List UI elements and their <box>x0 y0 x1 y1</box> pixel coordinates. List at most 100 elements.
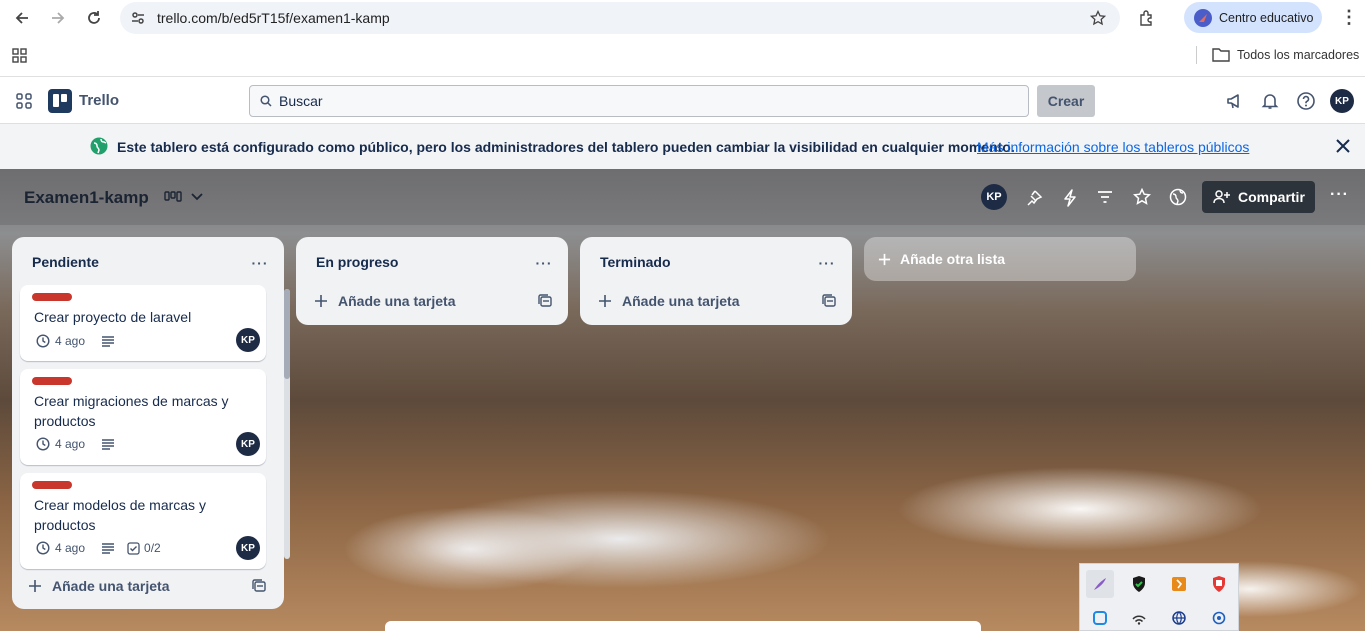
board-view-icon[interactable] <box>164 190 182 204</box>
url-text[interactable]: trello.com/b/ed5rT15f/examen1-kamp <box>157 10 390 26</box>
clock-icon <box>36 541 50 555</box>
add-member-icon <box>1213 189 1231 205</box>
add-list-label: Añade otra lista <box>900 251 1006 267</box>
card-template-icon[interactable] <box>252 579 268 595</box>
sync-icon[interactable] <box>1205 608 1233 628</box>
list-title[interactable]: Terminado <box>600 254 671 270</box>
create-button[interactable]: Crear <box>1037 85 1095 117</box>
trello-header: Trello Buscar Crear KP <box>0 76 1365 124</box>
scrollbar-thumb[interactable] <box>284 289 290 379</box>
card-member-avatar[interactable]: KP <box>236 536 260 560</box>
help-icon[interactable] <box>1296 91 1316 111</box>
profile-avatar-icon <box>1194 8 1212 27</box>
add-card-label: Añade una tarjeta <box>338 293 456 309</box>
board-member-avatar[interactable]: KP <box>981 184 1007 210</box>
globe-icon <box>90 137 108 155</box>
search-box[interactable]: Buscar <box>249 85 1029 117</box>
board-canvas: Examen1-kamp KP Compartir ··· Pendiente … <box>0 169 1365 631</box>
folder-icon <box>1212 47 1230 62</box>
automation-icon[interactable] <box>1062 189 1078 207</box>
user-avatar[interactable]: KP <box>1330 89 1354 113</box>
list-terminado: Terminado ··· Añade una tarjeta <box>580 237 852 325</box>
add-card-label: Añade una tarjeta <box>622 293 740 309</box>
add-card-button[interactable]: Añade una tarjeta <box>598 293 739 309</box>
card-template-icon[interactable] <box>822 294 838 310</box>
card[interactable]: Crear proyecto de laravel 4 ago KP <box>20 285 266 361</box>
forward-icon[interactable] <box>46 6 70 30</box>
add-card-button[interactable]: Añade una tarjeta <box>314 293 455 309</box>
system-tray-overflow <box>1079 563 1239 631</box>
apps-grid-icon[interactable] <box>12 48 27 63</box>
megaphone-icon[interactable] <box>1226 92 1244 110</box>
add-list-button[interactable]: Añade otra lista <box>864 237 1136 281</box>
wifi-icon[interactable] <box>1125 608 1153 628</box>
visibility-globe-icon[interactable] <box>1169 188 1187 206</box>
card-label[interactable] <box>32 377 72 385</box>
chevron-down-icon[interactable] <box>190 191 204 203</box>
network-globe-icon[interactable] <box>1165 608 1193 628</box>
search-input[interactable]: Buscar <box>279 93 323 109</box>
profile-chip[interactable]: Centro educativo <box>1184 2 1322 33</box>
card-title: Crear proyecto de laravel <box>34 309 192 325</box>
site-info-icon[interactable] <box>130 10 146 26</box>
card-member-avatar[interactable]: KP <box>236 328 260 352</box>
java-update-icon[interactable] <box>1165 570 1193 598</box>
app-switcher-icon[interactable] <box>16 93 32 109</box>
card-label[interactable] <box>32 481 72 489</box>
bell-icon[interactable] <box>1261 92 1279 110</box>
board-title[interactable]: Examen1-kamp <box>24 188 149 208</box>
list-title[interactable]: Pendiente <box>32 254 99 270</box>
star-icon[interactable] <box>1133 188 1151 206</box>
list-en-progreso: En progreso ··· Añade una tarjeta <box>296 237 568 325</box>
list-title[interactable]: En progreso <box>316 254 398 270</box>
extensions-icon[interactable] <box>1138 9 1156 27</box>
share-label: Compartir <box>1238 189 1305 205</box>
all-bookmarks-link[interactable]: Todos los marcadores <box>1237 48 1359 62</box>
description-icon <box>102 335 115 347</box>
checklist-icon <box>127 541 140 555</box>
public-boards-info-link[interactable]: Más información sobre los tableros públi… <box>977 139 1249 155</box>
address-bar[interactable]: trello.com/b/ed5rT15f/examen1-kamp <box>120 2 1120 34</box>
reload-icon[interactable] <box>82 6 106 30</box>
bookmark-star-icon[interactable] <box>1090 10 1106 26</box>
share-button[interactable]: Compartir <box>1202 181 1315 213</box>
due-date[interactable]: 4 ago <box>55 541 85 555</box>
power-ups-icon[interactable] <box>1025 189 1043 207</box>
plus-icon <box>598 294 612 308</box>
card-member-avatar[interactable]: KP <box>236 432 260 456</box>
app-name[interactable]: Trello <box>79 92 119 109</box>
card[interactable]: Crear migraciones de marcas y productos … <box>20 369 266 465</box>
banner-text: Este tablero está configurado como públi… <box>117 139 1015 155</box>
browser-menu-icon[interactable]: ⋮ <box>1340 8 1358 26</box>
card-template-icon[interactable] <box>538 294 554 310</box>
clock-icon <box>36 334 50 348</box>
due-date[interactable]: 4 ago <box>55 334 85 348</box>
board-header: Examen1-kamp KP Compartir ··· <box>0 169 1365 225</box>
card-title: Crear modelos de marcas y productos <box>34 497 206 533</box>
filter-icon[interactable] <box>1097 190 1113 204</box>
card-title: Crear migraciones de marcas y productos <box>34 393 229 429</box>
add-card-button[interactable]: Añade una tarjeta <box>28 578 169 594</box>
window-app-icon[interactable] <box>1086 608 1114 628</box>
card-badges: 4 ago <box>36 334 115 348</box>
list-scrollbar[interactable] <box>284 289 290 559</box>
card[interactable]: Crear modelos de marcas y productos 4 ag… <box>20 473 266 569</box>
antivirus-shield-icon[interactable] <box>1205 570 1233 598</box>
bookmarks-divider <box>1196 46 1197 64</box>
browser-chrome: trello.com/b/ed5rT15f/examen1-kamp Centr… <box>0 0 1365 76</box>
due-date[interactable]: 4 ago <box>55 437 85 451</box>
back-icon[interactable] <box>10 6 34 30</box>
card-label[interactable] <box>32 293 72 301</box>
board-menu-icon[interactable]: ··· <box>1330 186 1349 204</box>
close-icon[interactable] <box>1335 138 1351 154</box>
feather-app-icon[interactable] <box>1086 570 1114 598</box>
list-menu-icon[interactable]: ··· <box>815 251 839 275</box>
profile-label: Centro educativo <box>1219 10 1314 25</box>
trello-logo-icon[interactable] <box>48 89 72 113</box>
list-menu-icon[interactable]: ··· <box>248 251 272 275</box>
list-menu-icon[interactable]: ··· <box>532 251 556 275</box>
checklist-count: 0/2 <box>144 541 161 555</box>
search-icon <box>260 95 272 107</box>
plus-icon <box>314 294 328 308</box>
security-shield-icon[interactable] <box>1125 570 1153 598</box>
